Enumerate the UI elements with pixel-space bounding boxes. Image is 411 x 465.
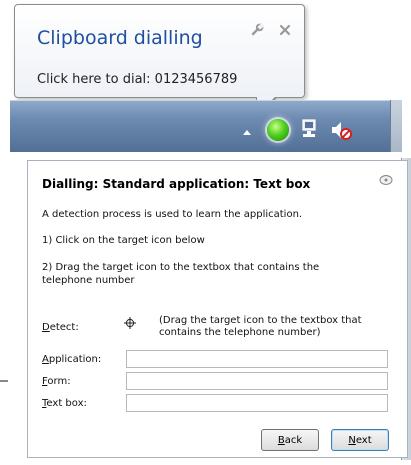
dialog-title: Dialling: Standard application: Text box (42, 177, 311, 191)
network-icon[interactable] (301, 119, 319, 139)
step-1-text: 1) Click on the target icon below (42, 235, 205, 246)
balloon-notification[interactable]: Clipboard dialling Click here to dial: 0… (14, 4, 305, 98)
detect-label: Detect: (42, 322, 79, 333)
dialling-wizard-dialog: Dialling: Standard application: Text box… (27, 160, 408, 458)
show-hidden-icons-arrow-icon[interactable] (242, 128, 252, 136)
application-label: Application: (42, 354, 102, 365)
target-crosshair-icon[interactable] (124, 317, 136, 329)
balloon-title: Clipboard dialling (37, 27, 203, 49)
detect-hint: (Drag the target icon to the textbox tha… (159, 315, 362, 338)
back-button[interactable]: Back (261, 429, 319, 451)
volume-muted-icon[interactable] (330, 120, 352, 140)
close-icon[interactable] (278, 23, 292, 37)
textbox-label: Text box: (42, 398, 87, 409)
wrench-icon[interactable] (250, 23, 264, 37)
intro-text: A detection process is used to learn the… (42, 209, 303, 220)
help-icon[interactable] (379, 174, 393, 186)
balloon-message[interactable]: Click here to dial: 0123456789 (37, 72, 237, 87)
form-label: Form: (42, 376, 71, 387)
desktop-edge (390, 100, 402, 152)
application-field[interactable] (126, 350, 388, 368)
next-button[interactable]: Next (331, 429, 389, 451)
textbox-field[interactable] (126, 394, 388, 412)
taskbar-notification-area (10, 100, 390, 152)
balloon-toolbar (250, 23, 292, 37)
left-edge-mark (0, 380, 8, 382)
form-field[interactable] (126, 372, 388, 390)
dialler-status-icon[interactable] (267, 119, 289, 141)
step-2-text: 2) Drag the target icon to the textbox t… (42, 262, 320, 286)
